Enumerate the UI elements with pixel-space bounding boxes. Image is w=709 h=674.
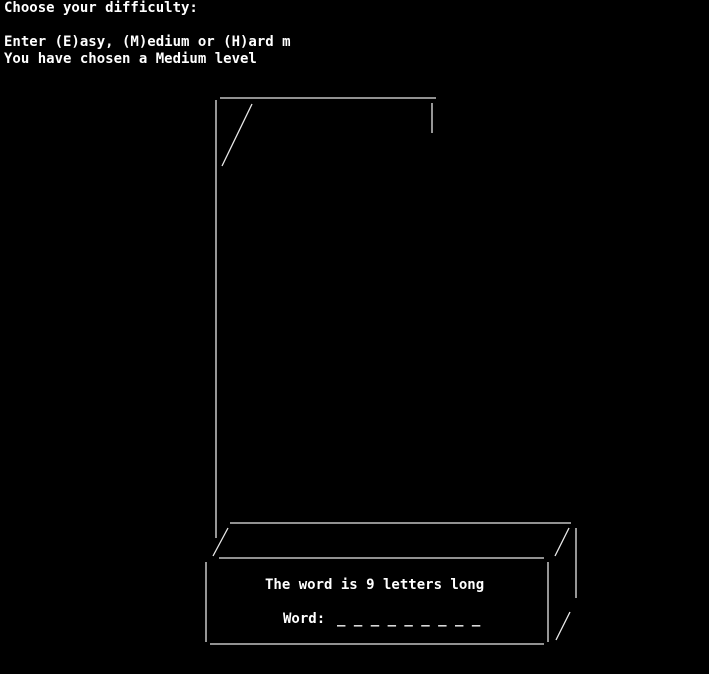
base-top-left-diagonal [212, 527, 229, 557]
terminal-window: Choose your difficulty: Enter (E)asy, (M… [0, 0, 709, 674]
base-bottom-right-diagonal [555, 611, 571, 641]
base-top-right-diagonal [554, 527, 570, 557]
gallows-brace [221, 103, 253, 167]
word-blanks: _ _ _ _ _ _ _ _ _ [337, 611, 481, 627]
hangman-gallows-art [205, 97, 577, 645]
word-length-text: The word is 9 letters long [265, 577, 485, 593]
word-label: Word: [283, 611, 326, 627]
